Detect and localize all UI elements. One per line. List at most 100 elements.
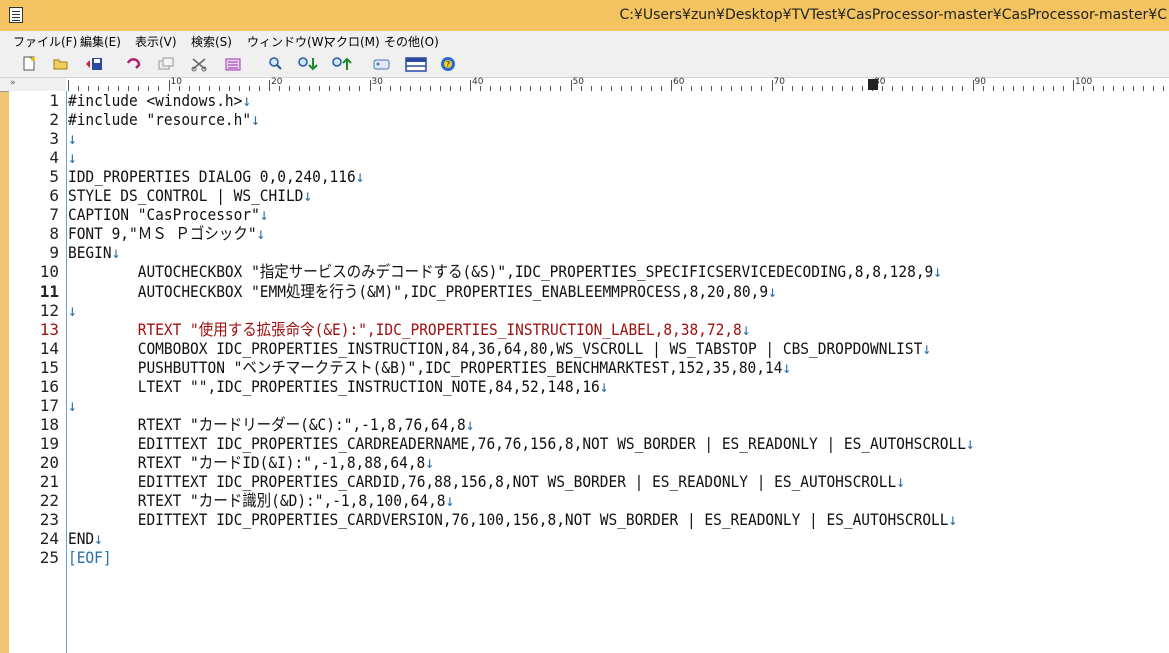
split-icon[interactable] bbox=[405, 55, 427, 73]
code-text: [EOF] bbox=[68, 548, 112, 567]
code-content: EDITTEXT IDC_PROPERTIES_CARDVERSION,76,1… bbox=[68, 510, 949, 530]
code-content: RTEXT "カードリーダー(&C):",-1,8,76,64,8 bbox=[68, 414, 466, 434]
undo-icon[interactable] bbox=[125, 55, 143, 73]
code-text: RTEXT "カードID(&I):",-1,8,88,64,8↓ bbox=[68, 453, 434, 472]
line-number: 25 bbox=[39, 548, 59, 568]
line-number: 9 bbox=[49, 243, 59, 263]
code-content: AUTOCHECKBOX "EMM処理を行う(&M)",IDC_PROPERTI… bbox=[68, 281, 769, 301]
line-number: 2 bbox=[49, 110, 59, 130]
eol-marker: ↓ bbox=[933, 262, 943, 282]
menu-search[interactable]: 検索(S) bbox=[191, 33, 232, 50]
code-text: RTEXT "カードリーダー(&C):",-1,8,76,64,8↓ bbox=[68, 415, 475, 434]
line-number: 3 bbox=[49, 129, 59, 149]
search-next-icon[interactable] bbox=[297, 55, 318, 73]
cut-icon[interactable] bbox=[190, 55, 208, 73]
line-number: 15 bbox=[39, 357, 59, 377]
ruler-marker: » bbox=[10, 78, 16, 88]
code-text: CAPTION "CasProcessor"↓ bbox=[68, 205, 269, 224]
new-file-icon[interactable] bbox=[20, 55, 38, 73]
line-number: 19 bbox=[39, 433, 59, 453]
line-number: 6 bbox=[49, 186, 59, 206]
ruler-tick bbox=[771, 80, 773, 91]
line-number: 12 bbox=[39, 300, 59, 320]
line-number: 16 bbox=[39, 376, 59, 396]
eol-marker: ↓ bbox=[782, 357, 792, 377]
line-number: 21 bbox=[39, 472, 59, 491]
ruler-label: 30 bbox=[371, 77, 383, 87]
line-number: 8 bbox=[49, 224, 59, 244]
eof-marker: [EOF] bbox=[68, 548, 112, 568]
window-title: C:¥Users¥zun¥Desktop¥TVTest¥CasProcessor… bbox=[619, 7, 1167, 23]
code-text: ↓ bbox=[68, 129, 77, 148]
eol-marker: ↓ bbox=[355, 167, 365, 187]
ruler-tick bbox=[68, 80, 69, 91]
code-text: IDD_PROPERTIES DIALOG 0,0,240,116↓ bbox=[68, 167, 364, 186]
ruler-tick bbox=[1073, 80, 1074, 91]
column-ruler: » 10 20 30 40 50 60 70 80 90 100 bbox=[0, 77, 1169, 92]
search-icon[interactable] bbox=[266, 55, 284, 73]
code-content: BEGIN bbox=[68, 243, 112, 263]
ruler-label: 90 bbox=[974, 77, 986, 87]
menu-file[interactable]: ファイル(F) bbox=[13, 33, 77, 50]
eol-marker: ↓ bbox=[251, 110, 260, 130]
line-number: 11 bbox=[39, 281, 59, 301]
paste-icon[interactable] bbox=[224, 55, 242, 73]
text-editor[interactable]: 1 #include <windows.h>↓ 2 #include "resourc… bbox=[9, 91, 1169, 653]
save-icon[interactable] bbox=[85, 55, 103, 73]
code-text: FONT 9,"ＭＳ Ｐゴシック"↓ bbox=[68, 224, 265, 243]
title-bar[interactable]: C:¥Users¥zun¥Desktop¥TVTest¥CasProcessor… bbox=[0, 0, 1169, 31]
ruler-label: 50 bbox=[572, 77, 584, 87]
search-prev-icon[interactable] bbox=[331, 55, 352, 73]
code-text: #include <windows.h>↓ bbox=[68, 91, 251, 110]
eol-marker: ↓ bbox=[965, 433, 975, 453]
line-number: 24 bbox=[39, 529, 59, 549]
line-number: 20 bbox=[39, 452, 59, 472]
menu-edit[interactable]: 編集(E) bbox=[80, 33, 121, 50]
ruler-tick bbox=[972, 80, 974, 91]
ruler-tick bbox=[168, 80, 170, 91]
code-content: EDITTEXT IDC_PROPERTIES_CARDID,76,88,156… bbox=[68, 472, 897, 491]
menu-view[interactable]: 表示(V) bbox=[135, 33, 177, 50]
menu-window[interactable]: ウィンドウ(W) bbox=[247, 33, 328, 50]
code-content: RTEXT "カードID(&I):",-1,8,88,64,8 bbox=[68, 452, 426, 472]
code-content: AUTOCHECKBOX "指定サービスのみデコードする(&S)",IDC_PR… bbox=[68, 262, 934, 282]
eol-marker: ↓ bbox=[741, 319, 751, 339]
code-content: FONT 9,"ＭＳ Ｐゴシック" bbox=[68, 224, 257, 244]
code-text: #include "resource.h"↓ bbox=[68, 110, 260, 129]
line-number: 7 bbox=[49, 205, 59, 225]
ruler-cursor-marker bbox=[868, 79, 878, 90]
code-content: COMBOBOX IDC_PROPERTIES_INSTRUCTION,84,3… bbox=[68, 338, 923, 358]
ruler-label: 70 bbox=[773, 77, 785, 87]
code-text: EDITTEXT IDC_PROPERTIES_CARDREADERNAME,7… bbox=[68, 434, 975, 453]
menu-bar: ファイル(F) 編集(E) 表示(V) 検索(S) ウィンドウ(W) マクロ(M… bbox=[0, 31, 1169, 52]
open-folder-icon[interactable] bbox=[52, 55, 70, 73]
line-number: 13 bbox=[39, 319, 59, 339]
eol-marker: ↓ bbox=[68, 395, 77, 415]
eol-marker: ↓ bbox=[599, 376, 609, 396]
line-number: 5 bbox=[49, 167, 59, 187]
code-content: STYLE DS_CONTROL | WS_CHILD bbox=[68, 186, 304, 206]
code-text: RTEXT "使用する拡張命令(&E):",IDC_PROPERTIES_INS… bbox=[68, 320, 751, 339]
code-content: PUSHBUTTON "ベンチマークテスト(&B)",IDC_PROPERTIE… bbox=[68, 357, 783, 377]
ruler-tick bbox=[470, 80, 471, 91]
code-content: CAPTION "CasProcessor" bbox=[68, 205, 260, 225]
svg-text:?: ? bbox=[446, 60, 450, 69]
code-text: AUTOCHECKBOX "指定サービスのみデコードする(&S)",IDC_PR… bbox=[68, 262, 942, 281]
help-icon[interactable]: ? bbox=[439, 55, 457, 73]
ruler-tick bbox=[269, 80, 270, 91]
code-content: RTEXT "使用する拡張命令(&E):",IDC_PROPERTIES_INS… bbox=[68, 319, 742, 339]
menu-macro[interactable]: マクロ(M) bbox=[324, 33, 380, 50]
code-text: ↓ bbox=[68, 396, 77, 415]
menu-other[interactable]: その他(O) bbox=[384, 33, 439, 50]
code-content: END bbox=[68, 529, 95, 549]
ruler-label: 40 bbox=[472, 77, 484, 87]
copy-icon[interactable] bbox=[157, 55, 175, 73]
eol-marker: ↓ bbox=[922, 338, 932, 358]
window-icon[interactable] bbox=[372, 55, 390, 73]
app-icon[interactable] bbox=[9, 7, 23, 23]
ruler-tick bbox=[570, 80, 572, 91]
code-content: #include <windows.h> bbox=[68, 91, 243, 110]
code-text: PUSHBUTTON "ベンチマークテスト(&B)",IDC_PROPERTIE… bbox=[68, 358, 791, 377]
ruler-label: 10 bbox=[170, 77, 182, 87]
code-text: AUTOCHECKBOX "EMM処理を行う(&M)",IDC_PROPERTI… bbox=[68, 282, 777, 301]
